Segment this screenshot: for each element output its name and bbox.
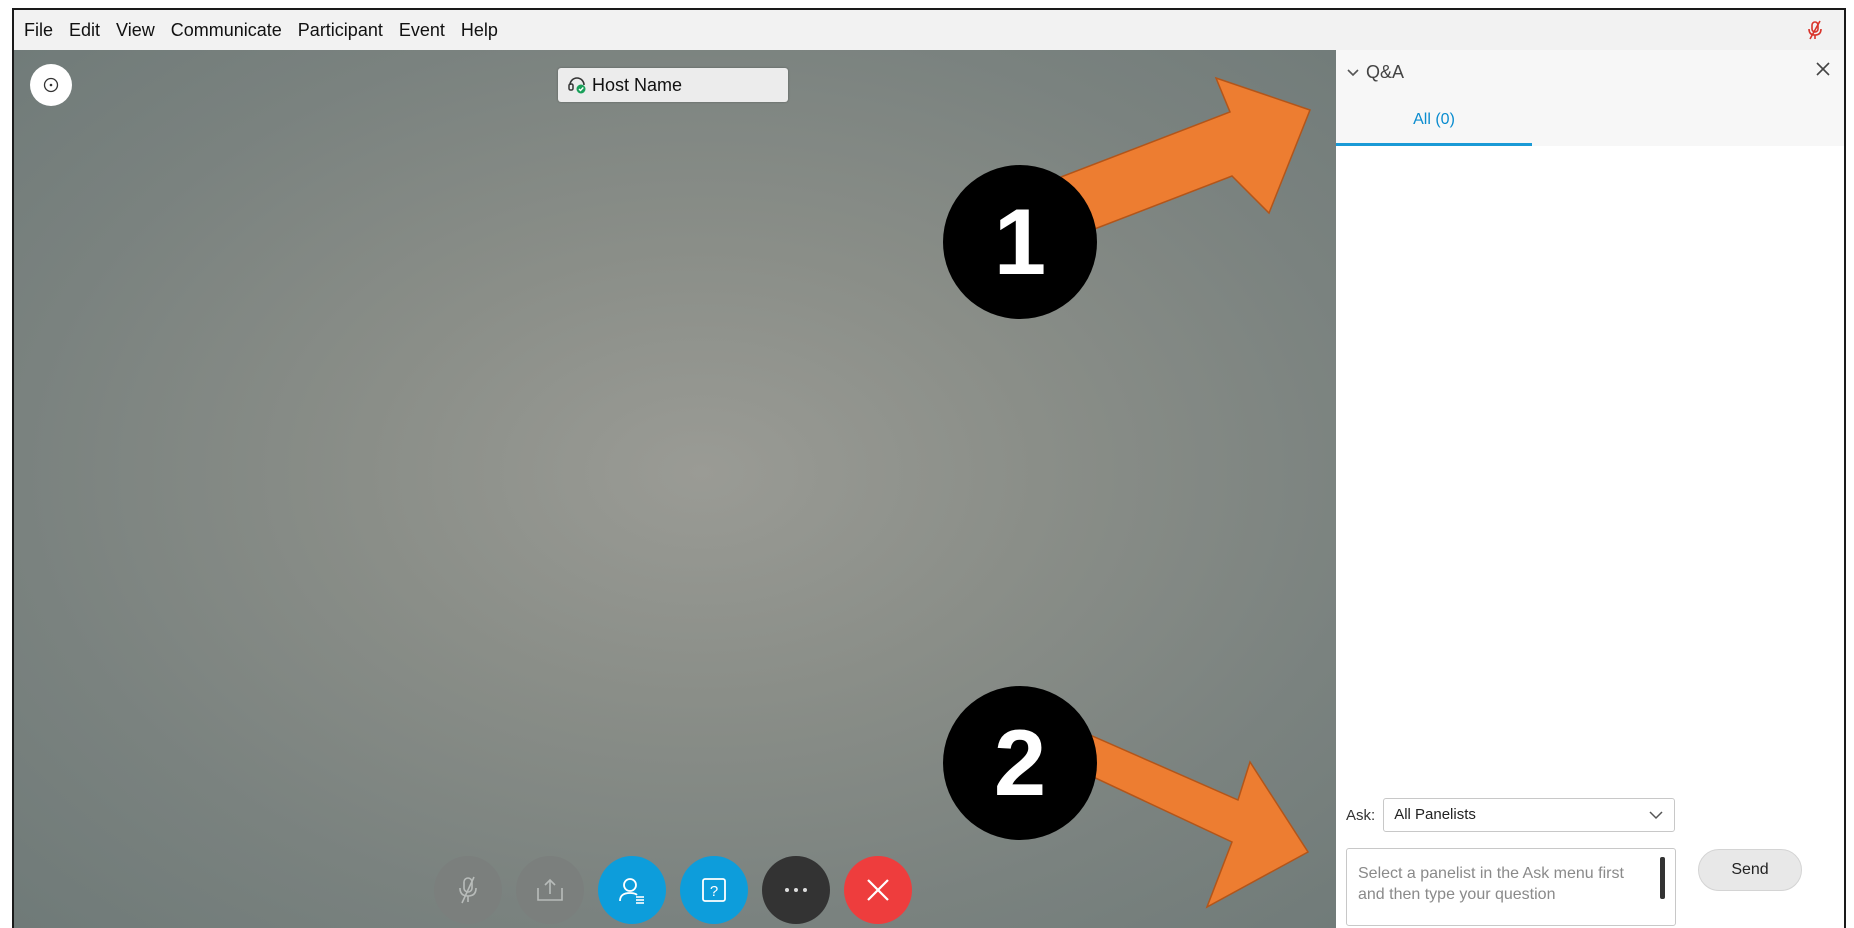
host-headset-icon [568,77,586,94]
menu-edit[interactable]: Edit [67,20,102,41]
info-icon [43,77,59,93]
annotation-badge-1: 1 [943,165,1097,319]
meeting-controls: ? [434,856,912,924]
menu-file[interactable]: File [22,20,55,41]
question-input-box [1346,848,1676,926]
share-content-icon [537,878,563,901]
meeting-info-button[interactable] [30,64,72,106]
mute-microphone-icon [459,876,477,904]
ask-row: Ask: All Panelists [1346,798,1676,832]
question-input[interactable] [1347,849,1675,925]
qa-button[interactable]: ? [680,856,748,924]
more-options-icon [785,888,807,892]
menu-help[interactable]: Help [459,20,500,41]
muted-microphone-icon[interactable] [1806,20,1824,40]
menu-event[interactable]: Event [397,20,447,41]
annotation-badge-2: 2 [943,686,1097,840]
question-scrollbar[interactable] [1660,857,1665,899]
qa-collapse-toggle[interactable]: Q&A [1346,62,1404,83]
menu-bar: File Edit View Communicate Participant E… [14,10,1844,50]
host-name-text: Host Name [592,74,683,95]
qa-panel: Q&A All (0) Ask: All Panelists Send [1336,50,1844,928]
video-area: Host Name ? [14,50,1336,928]
ask-recipient-select[interactable]: All Panelists [1383,798,1676,832]
leave-meeting-icon [867,879,889,901]
chevron-down-icon [1649,811,1663,820]
qa-panel-title: Q&A [1366,62,1405,82]
leave-meeting-button[interactable] [844,856,912,924]
menu-view[interactable]: View [114,20,157,41]
ask-label: Ask: [1346,806,1376,824]
tab-all[interactable]: All (0) [1336,105,1532,146]
participants-icon [619,878,644,904]
ask-selected-value: All Panelists [1394,806,1476,823]
participants-button[interactable] [598,856,666,924]
qa-panel-header: Q&A All (0) [1336,50,1844,146]
mute-button[interactable] [434,856,502,924]
close-icon[interactable] [1814,60,1832,78]
svg-text:?: ? [710,883,718,900]
menu-participant[interactable]: Participant [296,20,385,41]
chevron-down-icon [1347,68,1359,76]
host-name-label: Host Name [558,68,788,102]
menu-communicate[interactable]: Communicate [169,20,284,41]
meeting-window: File Edit View Communicate Participant E… [12,8,1846,928]
share-button[interactable] [516,856,584,924]
send-button[interactable]: Send [1698,849,1802,891]
more-options-button[interactable] [762,856,830,924]
qa-icon: ? [702,878,726,902]
